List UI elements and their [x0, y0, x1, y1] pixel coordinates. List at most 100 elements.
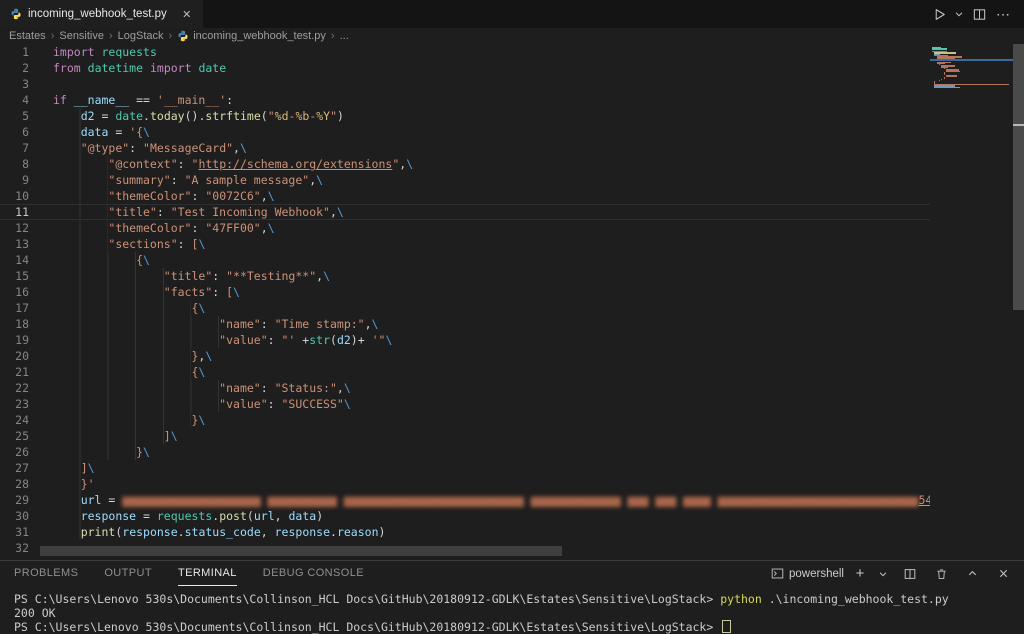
- tab-close-icon[interactable]: ✕: [179, 8, 195, 21]
- code-line[interactable]: 19 "value": "' +str(d2)+ '"\: [0, 332, 930, 348]
- vertical-scrollbar-thumb[interactable]: [1013, 44, 1024, 310]
- breadcrumb-item[interactable]: Sensitive: [59, 30, 104, 42]
- code-line[interactable]: 25 ]\: [0, 428, 930, 444]
- code-line[interactable]: 11 "title": "Test Incoming Webhook",\: [0, 204, 930, 220]
- terminal-dropdown-chevron-icon[interactable]: [876, 563, 890, 585]
- code-line-text: "title": "Test Incoming Webhook",\: [29, 205, 344, 219]
- line-number[interactable]: 6: [0, 124, 29, 140]
- line-number[interactable]: 1: [0, 44, 29, 60]
- code-line[interactable]: 31 print(response.status_code, response.…: [0, 524, 930, 540]
- code-line[interactable]: 24 }\: [0, 412, 930, 428]
- code-line[interactable]: 8 "@context": "http://schema.org/extensi…: [0, 156, 930, 172]
- line-number[interactable]: 11: [0, 205, 29, 219]
- code-line[interactable]: 13 "sections": [\: [0, 236, 930, 252]
- shell-selector[interactable]: powershell: [771, 567, 844, 580]
- line-number[interactable]: 18: [0, 316, 29, 332]
- code-line[interactable]: 21 {\: [0, 364, 930, 380]
- line-number[interactable]: 13: [0, 236, 29, 252]
- panel-tab-output[interactable]: OUTPUT: [104, 561, 152, 586]
- split-terminal-button[interactable]: [899, 563, 921, 585]
- code-line[interactable]: 22 "name": "Status:",\: [0, 380, 930, 396]
- line-number[interactable]: 12: [0, 220, 29, 236]
- close-panel-button[interactable]: [992, 563, 1014, 585]
- code-line[interactable]: 27 ]\: [0, 460, 930, 476]
- line-number[interactable]: 19: [0, 332, 29, 348]
- run-button[interactable]: [928, 3, 950, 25]
- code-line[interactable]: 26 }\: [0, 444, 930, 460]
- line-number[interactable]: 2: [0, 60, 29, 76]
- minimap[interactable]: [930, 44, 1013, 560]
- code-line[interactable]: 1import requests: [0, 44, 930, 60]
- code-line[interactable]: 28 }': [0, 476, 930, 492]
- line-number[interactable]: 29: [0, 492, 29, 508]
- code-line[interactable]: 7 "@type": "MessageCard",\: [0, 140, 930, 156]
- line-number[interactable]: 21: [0, 364, 29, 380]
- code-line[interactable]: 16 "facts": [\: [0, 284, 930, 300]
- run-dropdown-chevron-icon[interactable]: [952, 3, 966, 25]
- code-editor[interactable]: 1import requests2from datetime import da…: [0, 44, 930, 560]
- line-number[interactable]: 22: [0, 380, 29, 396]
- code-line[interactable]: 15 "title": "**Testing**",\: [0, 268, 930, 284]
- vertical-scrollbar[interactable]: [1013, 44, 1024, 560]
- code-line[interactable]: 10 "themeColor": "0072C6",\: [0, 188, 930, 204]
- code-line[interactable]: 14 {\: [0, 252, 930, 268]
- line-number[interactable]: 5: [0, 108, 29, 124]
- minimap-line: [946, 76, 957, 77]
- kill-terminal-button[interactable]: [930, 563, 952, 585]
- code-line[interactable]: 4if __name__ == '__main__':: [0, 92, 930, 108]
- line-number[interactable]: 17: [0, 300, 29, 316]
- line-number[interactable]: 32: [0, 540, 29, 556]
- python-file-icon: [177, 30, 189, 42]
- line-number[interactable]: 25: [0, 428, 29, 444]
- breadcrumb-item[interactable]: incoming_webhook_test.py: [177, 30, 326, 42]
- new-terminal-button[interactable]: +: [853, 563, 867, 585]
- panel-tab-terminal[interactable]: TERMINAL: [178, 561, 237, 586]
- terminal-line: 200 OK: [14, 606, 1024, 620]
- line-number[interactable]: 8: [0, 156, 29, 172]
- line-number[interactable]: 4: [0, 92, 29, 108]
- line-number[interactable]: 23: [0, 396, 29, 412]
- more-actions-button[interactable]: ⋯: [992, 3, 1014, 25]
- line-number[interactable]: 3: [0, 76, 29, 92]
- terminal-output[interactable]: PS C:\Users\Lenovo 530s\Documents\Collin…: [14, 592, 1024, 634]
- horizontal-scrollbar[interactable]: [40, 546, 562, 556]
- code-line-text: ]\: [29, 428, 178, 444]
- line-number[interactable]: 9: [0, 172, 29, 188]
- line-number[interactable]: 20: [0, 348, 29, 364]
- maximize-panel-button[interactable]: [961, 563, 983, 585]
- code-line[interactable]: 29 url = ▆▆▆▆▆▆▆▆▆▆▆▆▆▆▆▆▆▆▆▆ ▆▆▆▆▆▆▆▆▆▆…: [0, 492, 930, 508]
- panel-tab-debug-console[interactable]: DEBUG CONSOLE: [263, 561, 364, 586]
- tab-incoming-webhook-test[interactable]: incoming_webhook_test.py ✕: [0, 0, 203, 28]
- breadcrumb-item[interactable]: LogStack: [118, 30, 164, 42]
- line-number[interactable]: 7: [0, 140, 29, 156]
- line-number[interactable]: 26: [0, 444, 29, 460]
- code-line[interactable]: 18 "name": "Time stamp:",\: [0, 316, 930, 332]
- code-line[interactable]: 23 "value": "SUCCESS"\: [0, 396, 930, 412]
- line-number[interactable]: 14: [0, 252, 29, 268]
- code-line[interactable]: 17 {\: [0, 300, 930, 316]
- breadcrumb-label: LogStack: [118, 30, 164, 42]
- code-line[interactable]: 6 data = '{\: [0, 124, 930, 140]
- breadcrumb-item[interactable]: Estates: [9, 30, 46, 42]
- line-number[interactable]: 10: [0, 188, 29, 204]
- line-number[interactable]: 15: [0, 268, 29, 284]
- line-number[interactable]: 27: [0, 460, 29, 476]
- code-line[interactable]: 2from datetime import date: [0, 60, 930, 76]
- line-number[interactable]: 24: [0, 412, 29, 428]
- code-line[interactable]: 20 },\: [0, 348, 930, 364]
- split-editor-button[interactable]: [968, 3, 990, 25]
- panel-tab-problems[interactable]: PROBLEMS: [14, 561, 78, 586]
- code-line[interactable]: 5 d2 = date.today().strftime("%d-%b-%Y"): [0, 108, 930, 124]
- line-number[interactable]: 31: [0, 524, 29, 540]
- line-number[interactable]: 30: [0, 508, 29, 524]
- code-line[interactable]: 3: [0, 76, 930, 92]
- code-line[interactable]: 30 response = requests.post(url, data): [0, 508, 930, 524]
- breadcrumb-item[interactable]: ...: [340, 30, 349, 42]
- code-line-text: {\: [29, 252, 150, 268]
- code-line[interactable]: 12 "themeColor": "47FF00",\: [0, 220, 930, 236]
- line-number[interactable]: 28: [0, 476, 29, 492]
- code-line-text: response = requests.post(url, data): [29, 508, 323, 524]
- redacted-url: ▆▆▆▆▆▆▆▆▆▆▆▆▆▆▆▆▆▆▆▆ ▆▆▆▆▆▆▆▆▆▆ ▆▆▆▆▆▆▆▆…: [122, 493, 918, 507]
- line-number[interactable]: 16: [0, 284, 29, 300]
- code-line[interactable]: 9 "summary": "A sample message",\: [0, 172, 930, 188]
